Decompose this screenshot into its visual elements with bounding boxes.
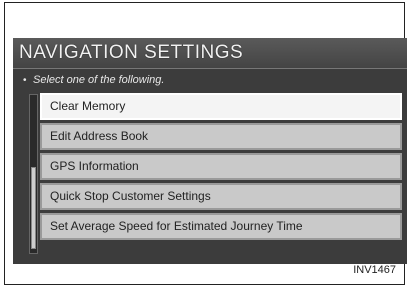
figure-frame: NAVIGATION SETTINGS • Select one of the … (4, 2, 407, 285)
bullet-icon: • (23, 75, 27, 86)
title-bar: NAVIGATION SETTINGS (13, 38, 407, 69)
instruction-text: Select one of the following. (33, 74, 165, 86)
page-title: NAVIGATION SETTINGS (19, 42, 244, 63)
menu-item-label: Clear Memory (50, 99, 126, 113)
menu-item-average-speed[interactable]: Set Average Speed for Estimated Journey … (40, 213, 402, 240)
navigation-settings-screen: NAVIGATION SETTINGS • Select one of the … (13, 38, 407, 264)
menu-item-label: GPS Information (50, 159, 139, 173)
menu-item-label: Set Average Speed for Estimated Journey … (50, 219, 303, 233)
menu-item-edit-address-book[interactable]: Edit Address Book (40, 123, 402, 150)
figure-code: INV1467 (353, 264, 396, 276)
scrollbar-thumb[interactable] (31, 167, 36, 249)
menu-item-label: Quick Stop Customer Settings (50, 189, 211, 203)
menu-item-gps-information[interactable]: GPS Information (40, 153, 402, 180)
menu-item-quick-stop-settings[interactable]: Quick Stop Customer Settings (40, 183, 402, 210)
settings-menu: Clear Memory Edit Address Book GPS Infor… (40, 93, 402, 243)
scrollbar[interactable] (29, 94, 38, 254)
menu-item-clear-memory[interactable]: Clear Memory (40, 93, 402, 120)
menu-item-label: Edit Address Book (50, 129, 149, 143)
